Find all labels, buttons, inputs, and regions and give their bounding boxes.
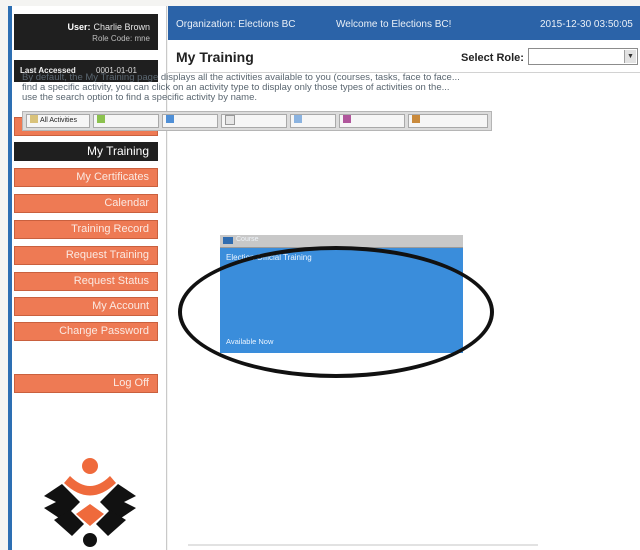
chevron-down-icon[interactable]: ▼ bbox=[624, 50, 636, 63]
log-off-button[interactable]: Log Off bbox=[14, 374, 158, 393]
brand-logo-icon bbox=[44, 458, 136, 547]
highlight-circle bbox=[178, 246, 494, 378]
timestamp-text: 2015-12-30 03:50:05 bbox=[540, 19, 633, 30]
gear-icon bbox=[343, 115, 351, 123]
filter-courses[interactable] bbox=[93, 114, 159, 128]
page-title: My Training bbox=[176, 49, 254, 65]
document-icon bbox=[225, 115, 235, 125]
activity-filter-bar: All Activities bbox=[22, 111, 492, 131]
top-bar: Organization: Elections BC Welcome to El… bbox=[168, 6, 640, 40]
role-code-label: Role Code: bbox=[92, 34, 133, 43]
user-name-line: User: Charlie Brown bbox=[67, 22, 150, 32]
title-row: My Training Select Role: ▼ bbox=[168, 40, 640, 73]
filter-documents[interactable] bbox=[221, 114, 287, 128]
organization-text: Organization: Elections BC bbox=[176, 19, 296, 30]
filter-face-to-face[interactable] bbox=[339, 114, 405, 128]
chart-icon bbox=[294, 115, 302, 123]
role-code-value: mne bbox=[134, 34, 150, 43]
nav-item-training-record[interactable]: Training Record bbox=[14, 220, 158, 239]
filter-other[interactable] bbox=[408, 114, 488, 128]
user-name: Charlie Brown bbox=[93, 22, 150, 32]
nav-item-change-password[interactable]: Change Password bbox=[14, 322, 158, 341]
filter-tasks[interactable] bbox=[290, 114, 336, 128]
box-icon bbox=[412, 115, 420, 123]
user-info-box: User: Charlie Brown Role Code: mne bbox=[14, 14, 158, 50]
page-description: By default, the My Training page display… bbox=[22, 72, 460, 103]
nav-item-my-certificates[interactable]: My Certificates bbox=[14, 168, 158, 187]
nav-item-my-training[interactable]: My Training bbox=[14, 142, 158, 161]
select-role-dropdown[interactable]: ▼ bbox=[528, 48, 638, 65]
filter-label: All Activities bbox=[40, 117, 77, 124]
course-icon bbox=[97, 115, 105, 123]
select-role-label: Select Role: bbox=[461, 52, 524, 64]
nav-item-calendar[interactable]: Calendar bbox=[14, 194, 158, 213]
activity-type-label: Course bbox=[236, 236, 259, 243]
nav-item-request-status[interactable]: Request Status bbox=[14, 272, 158, 291]
filter-online[interactable] bbox=[162, 114, 218, 128]
filter-all-activities[interactable]: All Activities bbox=[26, 114, 90, 128]
sidebar-accent-bar bbox=[8, 6, 12, 550]
nav-item-my-account[interactable]: My Account bbox=[14, 297, 158, 316]
list-icon bbox=[30, 115, 38, 123]
course-type-icon bbox=[223, 237, 233, 244]
bottom-divider bbox=[188, 544, 538, 546]
role-code-line: Role Code: mne bbox=[92, 34, 150, 43]
nav-item-request-training[interactable]: Request Training bbox=[14, 246, 158, 265]
monitor-icon bbox=[166, 115, 174, 123]
user-label: User: bbox=[67, 22, 91, 32]
welcome-text: Welcome to Elections BC! bbox=[336, 19, 452, 30]
